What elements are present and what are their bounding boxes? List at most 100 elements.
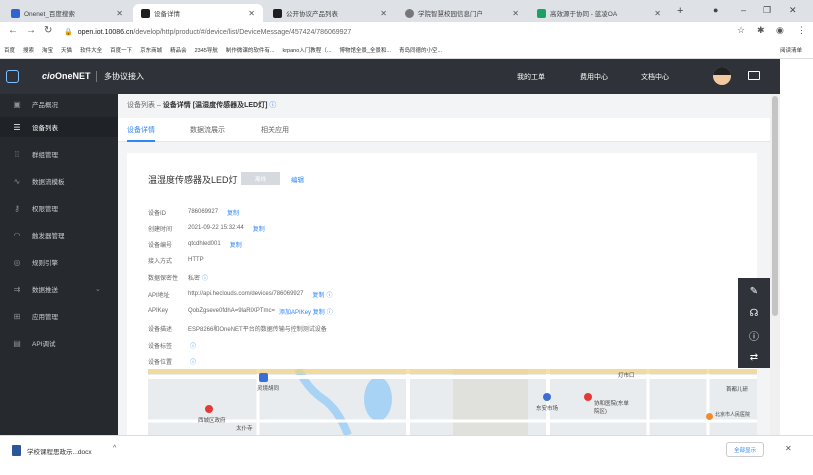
section-title: 多协议接入 (104, 72, 144, 81)
show-all-button[interactable]: 全部显示 (726, 442, 764, 457)
sidebar-item-triggers[interactable]: ◠ 触发器管理 (0, 225, 118, 245)
brand-logo[interactable]: cioOneNET (42, 71, 91, 81)
help-icon[interactable]: ⓘ (190, 341, 196, 350)
sidebar-item-devices[interactable]: ☰ 设备列表 (0, 117, 118, 137)
help-icon[interactable]: ⓘ (326, 290, 332, 299)
sidebar-item-groups[interactable]: ⁞⁞ 群组管理 (0, 144, 118, 164)
bookmark-item[interactable]: krpano入门教程（... (282, 46, 331, 54)
field-value: HTTP (188, 257, 204, 263)
bookmark-item[interactable]: 精品会 (170, 46, 187, 54)
mail-icon[interactable] (748, 71, 760, 80)
field-value: 私密 (188, 275, 201, 282)
maximize-icon[interactable]: ❐ (763, 5, 771, 16)
field-row: 设备ID 786069927 复制 (148, 207, 239, 217)
sidebar-item-api[interactable]: ▤ API调试 (0, 333, 118, 353)
copy-link[interactable]: 复制 (253, 224, 265, 233)
tab-device-detail[interactable]: 设备详情 (127, 125, 155, 135)
header-link-billing[interactable]: 费用中心 (580, 72, 608, 82)
bookmark-item[interactable]: 2345导航 (195, 46, 218, 54)
help-icon[interactable]: ⓘ (269, 102, 276, 109)
close-icon[interactable]: ✕ (116, 9, 123, 18)
sidebar-item-push[interactable]: ⇉ 数据推送 ⌄ (0, 279, 118, 299)
extensions-icon[interactable]: ✱ (757, 25, 765, 36)
field-key: API地址 (148, 292, 170, 299)
close-icon[interactable]: ✕ (512, 9, 519, 18)
header-link-docs[interactable]: 文档中心 (641, 72, 669, 82)
browser-tab-3[interactable]: 公开协议产品列表 ✕ (265, 4, 395, 22)
chevron-up-icon[interactable]: ^ (113, 445, 116, 452)
user-avatar[interactable] (713, 67, 731, 85)
minimize-icon[interactable]: – (741, 5, 746, 15)
add-apikey-copy-link[interactable]: 添加APIKey 复制 (279, 307, 325, 316)
reading-list[interactable]: 阅读清单 (780, 46, 802, 54)
sidebar-item-rules[interactable]: ◎ 规则引擎 (0, 252, 118, 272)
bookmark-item[interactable]: 青岛同德的小空... (399, 46, 442, 54)
download-file-name[interactable]: 学校课程思政示...docx (27, 446, 92, 456)
menu-icon[interactable]: ⋮ (797, 25, 806, 36)
header-link-tickets[interactable]: 我的工单 (517, 72, 545, 82)
headset-icon[interactable]: ☊ (738, 303, 770, 323)
sidebar-item-product[interactable]: ▣ 产品概况 (0, 94, 118, 114)
help-icon[interactable]: ⓘ (202, 273, 208, 282)
bookmark-item[interactable]: 百度 (4, 46, 15, 54)
sidebar-item-permissions[interactable]: ⚷ 权限管理 (0, 198, 118, 218)
help-icon[interactable]: ⓘ (327, 307, 333, 316)
browser-tab-5[interactable]: 高效源于协同 - 蓝凌OA ✕ (529, 4, 669, 22)
profile-icon[interactable]: ◉ (776, 25, 784, 36)
browser-tab-2[interactable]: 设备详情 ✕ (133, 4, 263, 22)
back-icon[interactable]: ← (8, 25, 18, 36)
copy-link[interactable]: 复制 (312, 290, 324, 299)
sidebar-item-datastream[interactable]: ∿ 数据流模板 (0, 171, 118, 191)
device-location-map[interactable]: 灵境胡同 西城区政府 太仆寺 东安市场 协和医院(东单院区) 北京市人民医院 灯… (148, 369, 757, 435)
sidebar-item-label: 数据推送 (32, 287, 58, 294)
browser-window: { "browser": { "tabs": [ {"title": "Onen… (0, 0, 813, 475)
new-tab-button[interactable]: + (677, 5, 683, 17)
group-icon: ⁞⁞ (14, 149, 20, 159)
tab-related-apps[interactable]: 相关应用 (261, 125, 289, 135)
star-icon[interactable]: ☆ (737, 25, 745, 36)
bookmark-item[interactable]: 百度一下 (110, 46, 132, 54)
field-row: API地址 http://api.heclouds.com/devices/786… (148, 289, 332, 299)
close-download-bar-icon[interactable]: ✕ (785, 444, 792, 453)
bookmark-item[interactable]: 京东商城 (140, 46, 162, 54)
translate-icon[interactable]: ⇄ (738, 347, 770, 367)
bookmark-item[interactable]: 制作微课的软件有... (226, 46, 275, 54)
close-icon[interactable]: ✕ (380, 9, 387, 18)
edit-link[interactable]: 编辑 (291, 174, 304, 184)
field-row: 数据保密性 私密 ⓘ (148, 272, 208, 282)
map-label: 西城区政府 (198, 418, 226, 424)
bookmark-item[interactable]: 软件大全 (80, 46, 102, 54)
bookmark-item[interactable]: 天猫 (61, 46, 72, 54)
tab-datastream[interactable]: 数据流展示 (190, 125, 225, 135)
forward-icon[interactable]: → (26, 25, 36, 36)
field-value: qtcdhled001 (188, 241, 221, 247)
window-close-icon[interactable]: ✕ (789, 5, 797, 16)
field-value: 786069927 (188, 209, 219, 215)
product-icon: ▣ (13, 99, 21, 109)
sidebar-item-apps[interactable]: ⊞ 应用管理 (0, 306, 118, 326)
onenet-logo-icon[interactable] (6, 70, 19, 83)
profile-dot-icon[interactable]: ● (713, 5, 718, 15)
tab-strip: Onenet_百度搜索 ✕ 设备详情 ✕ 公开协议产品列表 ✕ 学院智慧校园信息… (0, 0, 813, 22)
bookmark-item[interactable]: 搜索 (23, 46, 34, 54)
copy-link[interactable]: 复制 (227, 208, 239, 217)
bookmark-item[interactable]: 博物馆全景_全景和... (339, 46, 391, 54)
map-label: 灵境胡同 (257, 386, 280, 392)
scrollbar-thumb[interactable] (772, 96, 778, 316)
lanling-icon (537, 8, 546, 18)
copy-link[interactable]: 复制 (230, 240, 242, 249)
field-row: 设备编号 qtcdhled001 复制 (148, 239, 242, 249)
breadcrumb-parent[interactable]: 设备列表 – (127, 102, 161, 109)
pencil-icon[interactable]: ✎ (738, 281, 770, 301)
help-icon[interactable]: ⓘ (190, 357, 196, 366)
browser-tab-1[interactable]: Onenet_百度搜索 ✕ (3, 4, 131, 22)
url-field[interactable]: 🔒 open.iot.10086.cn /develop/http/produc… (64, 25, 684, 39)
close-icon[interactable]: ✕ (248, 9, 255, 18)
bookmark-item[interactable]: 淘宝 (42, 46, 53, 54)
help-circle-icon[interactable]: ⓘ (738, 325, 770, 345)
browser-tab-4[interactable]: 学院智慧校园信息门户 ✕ (397, 4, 527, 22)
sidebar-item-label: 应用管理 (32, 314, 58, 321)
reload-icon[interactable]: ↻ (44, 25, 52, 36)
sidebar: ▣ 产品概况 ☰ 设备列表 ⁞⁞ 群组管理 ∿ 数据流模板 ⚷ 权限管理 ◠ 触发器管理 ◎… (0, 94, 118, 435)
close-icon[interactable]: ✕ (654, 9, 661, 18)
